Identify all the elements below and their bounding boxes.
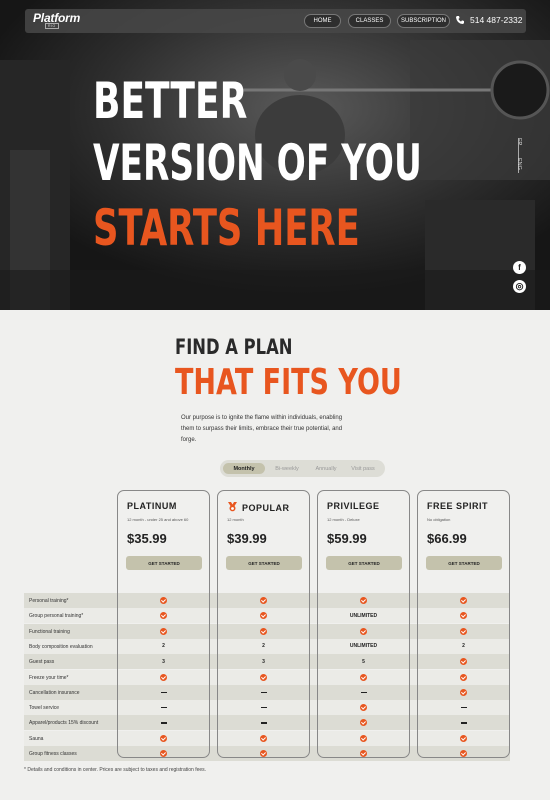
instagram-icon[interactable]: ◎ (513, 280, 526, 293)
plan-price: $66.99 (427, 531, 467, 546)
plan-subtitle: 12 month - under 25 and above 60 (127, 517, 189, 522)
nav-home-button[interactable]: HOME (304, 14, 341, 28)
hero-headline-line3: STARTS HERE (93, 199, 360, 257)
plan-price: $59.99 (327, 531, 367, 546)
feature-label: Personal training* (29, 598, 69, 604)
feature-label: Group fitness classes (29, 751, 77, 757)
plan-name: PRIVILEGE (327, 501, 380, 511)
feature-label: Apparel/products 15% discount (29, 720, 99, 727)
nav-classes-button[interactable]: CLASSES (348, 14, 391, 28)
plans-title-line1: FIND A PLAN (175, 335, 293, 359)
toggle-annually[interactable]: Annually (308, 463, 344, 474)
page: Platform RIO HOME CLASSES SUBSCRIPTION 5… (0, 0, 550, 800)
feature-label: Guest pass (29, 659, 55, 666)
plans-title-line2: THAT FITS YOU (175, 362, 402, 403)
lang-fr-button[interactable]: FR (516, 138, 522, 145)
phone-icon (456, 16, 464, 24)
feature-label: Freeze your time* (29, 674, 69, 681)
feature-label: Sauna (29, 735, 44, 742)
feature-label: Cancellation insurance (29, 689, 80, 696)
feature-label: Body composition evaluation (29, 643, 93, 650)
popular-flame-icon (228, 502, 237, 512)
facebook-icon[interactable]: f (513, 261, 526, 274)
plan-card-privilege: PRIVILEGE 12 month - Deluxe $59.99 GET S… (317, 490, 410, 758)
top-nav-bar: Platform RIO HOME CLASSES SUBSCRIPTION 5… (25, 9, 526, 33)
get-started-button[interactable]: GET STARTED (126, 556, 202, 570)
footnote: * Details and conditions in center. Pric… (24, 767, 207, 773)
plan-name: FREE SPIRIT (427, 501, 489, 511)
plan-name: POPULAR (242, 503, 290, 513)
hero-headline-line2: VERSION OF YOU (93, 134, 422, 192)
plan-name-row: POPULAR (227, 501, 290, 513)
toggle-biweekly[interactable]: Bi-weekly (267, 463, 307, 474)
hero-headline-line1: BETTER (93, 72, 248, 130)
hero-section: Platform RIO HOME CLASSES SUBSCRIPTION 5… (0, 0, 550, 310)
lang-eng-button[interactable]: ENG (516, 158, 522, 170)
plan-card-free-spirit: FREE SPIRIT No obligation $66.99 GET STA… (417, 490, 510, 758)
logo-subtext: RIO (45, 23, 59, 29)
plan-name: PLATINUM (127, 501, 177, 511)
purpose-text: Our purpose is to ignite the flame withi… (181, 415, 343, 443)
get-started-button[interactable]: GET STARTED (226, 556, 302, 570)
nav-subscription-button[interactable]: SUBSCRIPTION (397, 14, 450, 28)
plan-price: $39.99 (227, 531, 267, 546)
get-started-button[interactable]: GET STARTED (426, 556, 502, 570)
toggle-monthly[interactable]: Monthly (223, 463, 265, 474)
plan-price: $35.99 (127, 531, 167, 546)
toggle-visit-pass[interactable]: Visit pass (344, 463, 382, 474)
plan-subtitle: No obligation (427, 517, 451, 522)
feature-label: Group personal training* (29, 613, 84, 620)
plan-subtitle: 12 month - Deluxe (327, 517, 360, 522)
phone-link[interactable]: 514 487-2332 (455, 15, 522, 25)
plan-subtitle: 12 month (227, 517, 244, 522)
phone-number: 514 487-2332 (470, 15, 523, 25)
feature-label: Functional training (29, 628, 70, 635)
plan-card-popular: POPULAR 12 month $39.99 GET STARTED (217, 490, 310, 758)
billing-period-toggle: Monthly Bi-weekly Annually Visit pass (220, 460, 385, 477)
get-started-button[interactable]: GET STARTED (326, 556, 402, 570)
feature-label: Towel service (29, 705, 60, 712)
plan-card-platinum: PLATINUM 12 month - under 25 and above 6… (117, 490, 210, 758)
